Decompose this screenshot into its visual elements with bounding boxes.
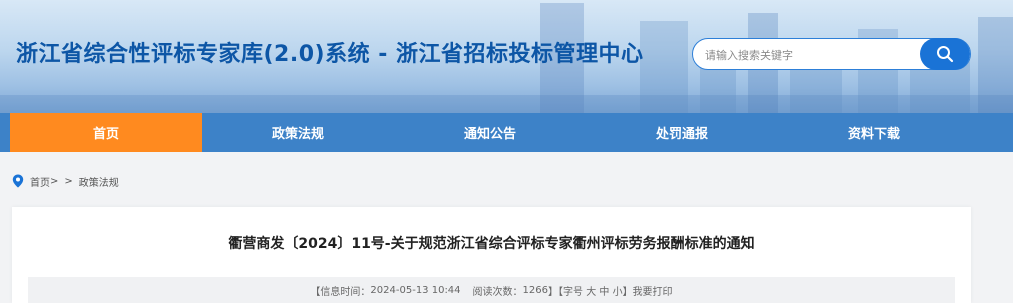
search-input[interactable] bbox=[705, 45, 915, 65]
font-size-medium-link[interactable]: 中 bbox=[599, 283, 609, 298]
meta-views-suffix: 】【字号 bbox=[548, 286, 583, 298]
search-button[interactable] bbox=[920, 38, 970, 70]
meta-views-prefix: 阅读次数： bbox=[472, 286, 523, 298]
meta-views: 1266 bbox=[522, 284, 548, 296]
breadcrumb-separator: > bbox=[64, 175, 73, 187]
article-meta-bar: 【信息时间： 2024-05-13 10:44 阅读次数： 1266 】【字号 … bbox=[28, 277, 955, 303]
font-size-small-link[interactable]: 小 bbox=[613, 283, 623, 298]
nav-item-policy[interactable]: 政策法规 bbox=[202, 113, 394, 152]
nav-item-download[interactable]: 资料下载 bbox=[778, 113, 970, 152]
breadcrumb-separator: > bbox=[50, 175, 59, 187]
search-box bbox=[692, 38, 971, 70]
breadcrumb: 首页 > > 政策法规 bbox=[12, 173, 119, 189]
print-link[interactable]: 我要打印 bbox=[633, 283, 673, 298]
banner-building bbox=[978, 17, 1013, 113]
search-icon bbox=[937, 46, 954, 63]
nav-item-home[interactable]: 首页 bbox=[10, 113, 202, 152]
breadcrumb-home[interactable]: 首页 bbox=[30, 174, 50, 189]
banner-building bbox=[640, 21, 688, 113]
article-title: 衢营商发〔2024〕11号-关于规范浙江省综合评标专家衢州评标劳务报酬标准的通知 bbox=[228, 236, 755, 252]
font-size-large-link[interactable]: 大 bbox=[586, 283, 596, 298]
meta-print-prefix: 】 bbox=[622, 286, 633, 298]
location-pin-icon bbox=[12, 174, 24, 188]
meta-time-prefix: 【信息时间： bbox=[310, 286, 371, 298]
breadcrumb-current[interactable]: 政策法规 bbox=[79, 174, 119, 189]
nav-item-notice[interactable]: 通知公告 bbox=[394, 113, 586, 152]
header-banner: 浙江省综合性评标专家库(2.0)系统 - 浙江省招标投标管理中心 bbox=[0, 0, 1013, 113]
article-card: 衢营商发〔2024〕11号-关于规范浙江省综合评标专家衢州评标劳务报酬标准的通知… bbox=[12, 207, 971, 303]
meta-time: 2024-05-13 10:44 bbox=[370, 284, 461, 296]
nav-item-penalty[interactable]: 处罚通报 bbox=[586, 113, 778, 152]
site-title: 浙江省综合性评标专家库(2.0)系统 - 浙江省招标投标管理中心 bbox=[16, 42, 644, 67]
main-nav: 首页 政策法规 通知公告 处罚通报 资料下载 bbox=[0, 113, 1013, 152]
